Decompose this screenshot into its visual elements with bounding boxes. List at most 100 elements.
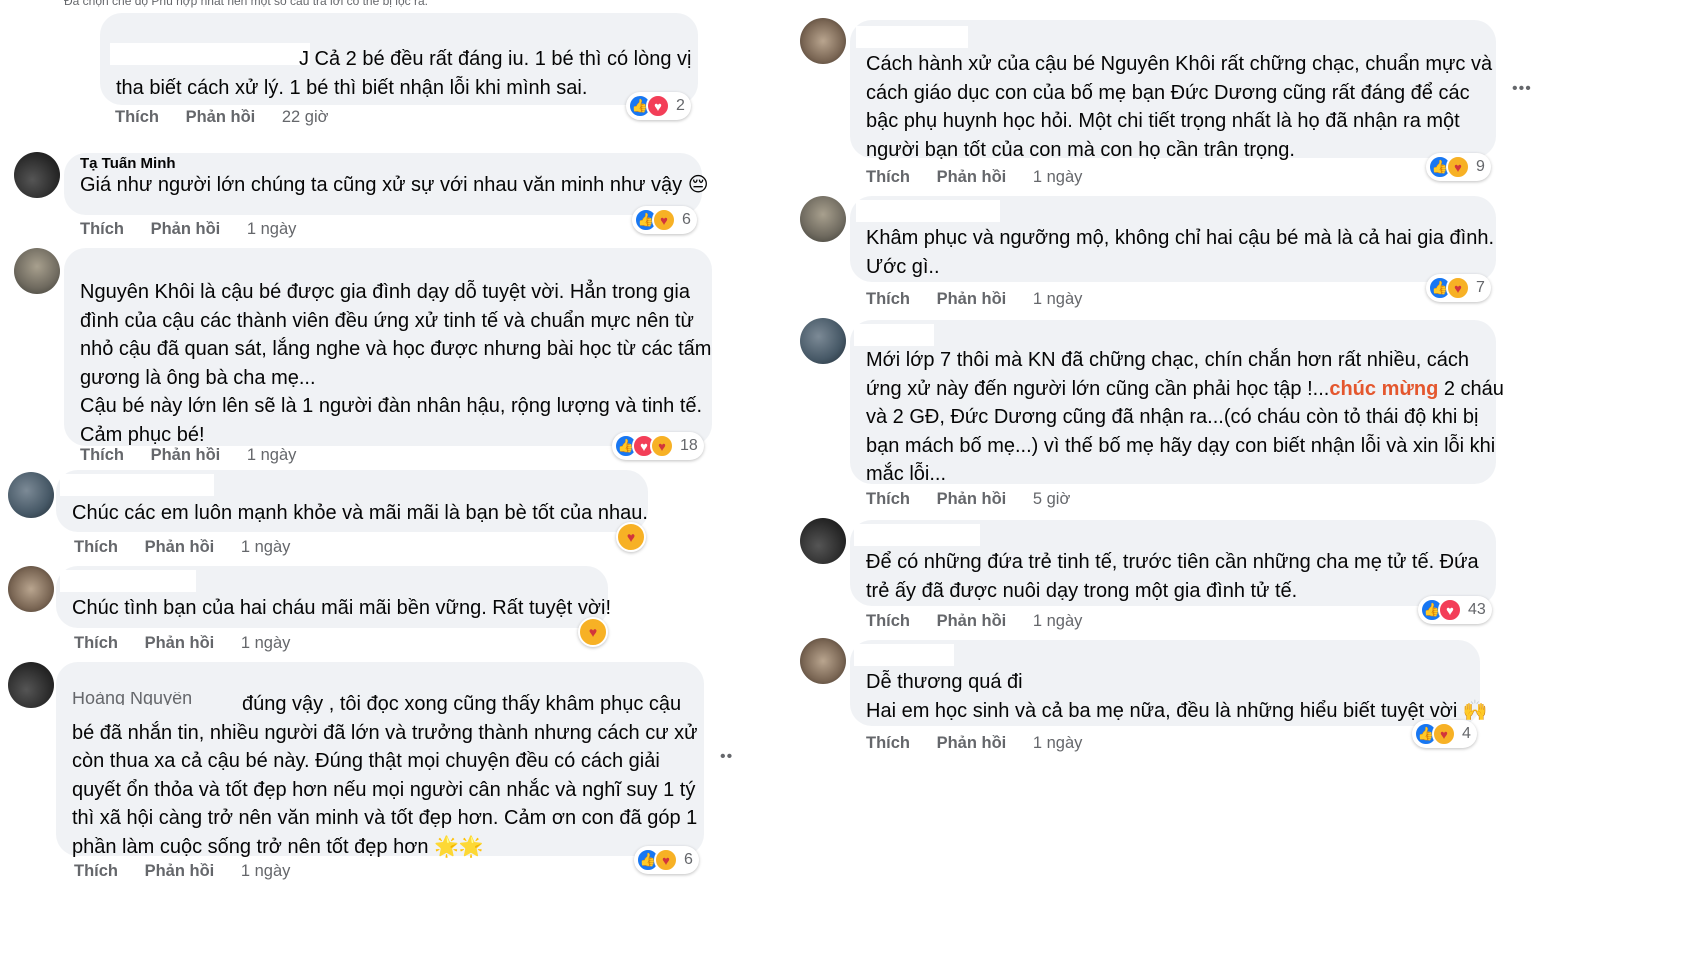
- reaction-summary[interactable]: 👍 ♥ 7: [1426, 274, 1491, 302]
- comment-bubble: Hoàng Nguyễn đúng vậy , tôi đọc xong cũn…: [56, 662, 704, 858]
- like-button[interactable]: Thích: [866, 490, 910, 508]
- reaction-summary[interactable]: 👍 ♥ 6: [634, 846, 699, 874]
- avatar[interactable]: [8, 472, 54, 518]
- care-icon: ♥: [1446, 155, 1470, 179]
- comment-author-hidden[interactable]: [854, 644, 954, 666]
- comment-text-line: Chúc tình bạn của hai cháu mãi mãi bền v…: [72, 597, 612, 619]
- reaction-count: 4: [1462, 725, 1471, 742]
- comment-time[interactable]: 1 ngày: [241, 862, 291, 880]
- care-reaction-icon[interactable]: ♥: [578, 617, 608, 647]
- comment-text-line: Hai em học sinh và cả ba mẹ nữa, đều là …: [866, 699, 1488, 722]
- avatar[interactable]: [8, 566, 54, 612]
- like-button[interactable]: Thích: [74, 538, 118, 556]
- reply-button[interactable]: Phản hồi: [186, 108, 256, 126]
- comment-author-hidden[interactable]: [856, 26, 968, 48]
- reply-button[interactable]: Phản hồi: [937, 734, 1007, 752]
- reaction-summary[interactable]: 👍 ♥ 2: [626, 92, 691, 120]
- reaction-summary[interactable]: 👍 ♥ 9: [1426, 153, 1491, 181]
- comment-text-line: Khâm phục và ngưỡng mộ, không chỉ hai cậ…: [866, 227, 1494, 249]
- reaction-count: 6: [682, 211, 691, 228]
- avatar[interactable]: [14, 152, 60, 198]
- comment-author-hidden[interactable]: [856, 200, 1000, 222]
- reply-button[interactable]: Phản hồi: [937, 612, 1007, 630]
- comment-text-line: Cách hành xử của cậu bé Nguyên Khôi rất …: [866, 53, 1493, 75]
- comment-time[interactable]: 1 ngày: [241, 634, 291, 652]
- comment-time[interactable]: 1 ngày: [1033, 290, 1083, 308]
- like-button[interactable]: Thích: [866, 168, 910, 186]
- reply-button[interactable]: Phản hồi: [937, 168, 1007, 186]
- comment-author-hidden[interactable]: [60, 570, 196, 592]
- comment-actions: Thích Phản hồi 5 giờ: [866, 490, 1070, 509]
- comment-text-part: ứng xử này đến người lớn cũng cần phải h…: [866, 377, 1330, 400]
- care-reaction-icon[interactable]: ♥: [616, 522, 646, 552]
- comment-text-line: thì xã hội càng trở nên văn minh và tốt …: [72, 807, 698, 829]
- reaction-summary[interactable]: 👍 ♥ 6: [632, 206, 697, 234]
- comment-text-line: Cảm phục bé!: [80, 423, 205, 446]
- reply-button[interactable]: Phản hồi: [145, 862, 215, 880]
- comment-time[interactable]: 1 ngày: [241, 538, 291, 556]
- comment-time[interactable]: 1 ngày: [1033, 734, 1083, 752]
- comment-text-line: Ước gì..: [866, 255, 940, 278]
- comment-bubble: J Cả 2 bé đều rất đáng iu. 1 bé thì có l…: [100, 13, 698, 105]
- comment-text-line: người bạn tốt của con mà con họ cần trân…: [866, 138, 1295, 161]
- comment-text-line: cách giáo dục con của bố mẹ bạn Đức Dươn…: [866, 81, 1470, 104]
- reply-button[interactable]: Phản hồi: [145, 634, 215, 652]
- love-icon: ♥: [1438, 598, 1462, 622]
- comment-author[interactable]: Tạ Tuấn Minh: [80, 157, 684, 171]
- reaction-summary[interactable]: 👍 ♥ ♥ 18: [612, 432, 704, 460]
- comment-text-line: bạn mách bố mẹ...) vì thế bố mẹ hãy dạy …: [866, 434, 1496, 457]
- more-options-button[interactable]: •••: [1512, 80, 1532, 98]
- comment-time[interactable]: 1 ngày: [1033, 168, 1083, 186]
- comment-time[interactable]: 22 giờ: [282, 108, 329, 126]
- comment-bubble: Để có những đứa trẻ tinh tế, trước tiên …: [850, 520, 1496, 606]
- comment-author-hidden[interactable]: [854, 524, 980, 546]
- reply-button[interactable]: Phản hồi: [937, 290, 1007, 308]
- comment-author[interactable]: Hoàng Nguyễn: [72, 692, 192, 705]
- comment-time[interactable]: 1 ngày: [1033, 612, 1083, 630]
- like-button[interactable]: Thích: [74, 634, 118, 652]
- like-button[interactable]: Thích: [866, 612, 910, 630]
- like-button[interactable]: Thích: [115, 108, 159, 126]
- reply-button[interactable]: Phản hồi: [151, 446, 221, 464]
- reaction-summary[interactable]: 👍 ♥ 4: [1412, 720, 1477, 748]
- comment-text-part: 2 cháu: [1438, 377, 1504, 400]
- reaction-summary[interactable]: 👍 ♥ 43: [1418, 596, 1492, 624]
- more-options-button[interactable]: ••: [720, 748, 733, 766]
- comment-author-hidden[interactable]: [60, 474, 214, 496]
- love-icon: ♥: [646, 94, 670, 118]
- like-button[interactable]: Thích: [80, 446, 124, 464]
- avatar[interactable]: [800, 518, 846, 564]
- care-icon: ♥: [1432, 722, 1456, 746]
- comment-time[interactable]: 1 ngày: [247, 220, 297, 238]
- reply-button[interactable]: Phản hồi: [151, 220, 221, 238]
- comment-text-line: ứng xử này đến người lớn cũng cần phải h…: [866, 375, 1504, 404]
- avatar[interactable]: [800, 318, 846, 364]
- avatar[interactable]: [800, 18, 846, 64]
- comment-time[interactable]: 1 ngày: [247, 446, 297, 464]
- comment-author-hidden[interactable]: [854, 324, 934, 346]
- comment-bubble: Dễ thương quá đi Hai em học sinh và cả b…: [850, 640, 1488, 726]
- comment-bubble: Mới lớp 7 thôi mà KN đã chững chạc, chín…: [850, 320, 1504, 485]
- reply-button[interactable]: Phản hồi: [937, 490, 1007, 508]
- comment-time[interactable]: 5 giờ: [1033, 490, 1070, 508]
- reaction-count: 7: [1476, 279, 1485, 296]
- comment-text-line: Cậu bé này lớn lên sẽ là 1 người đàn nhâ…: [80, 395, 703, 417]
- reaction-count: 9: [1476, 158, 1485, 175]
- reply-button[interactable]: Phản hồi: [145, 538, 215, 556]
- care-icon: ♥: [654, 848, 678, 872]
- comment-bubble: Khâm phục và ngưỡng mộ, không chỉ hai cậ…: [850, 196, 1496, 282]
- comment-text-line: mắc lỗi...: [866, 463, 947, 485]
- like-button[interactable]: Thích: [80, 220, 124, 238]
- comment-bubble: Chúc các em luôn mạnh khỏe và mãi mãi là…: [56, 470, 648, 532]
- tag-link[interactable]: chúc mừng: [1329, 378, 1438, 400]
- avatar[interactable]: [8, 662, 54, 708]
- avatar[interactable]: [800, 196, 846, 242]
- like-button[interactable]: Thích: [866, 734, 910, 752]
- like-button[interactable]: Thích: [866, 290, 910, 308]
- filter-notice: Đã chọn chế độ Phù hợp nhất nên một số c…: [64, 0, 428, 8]
- avatar[interactable]: [14, 248, 60, 294]
- comment-actions: Thích Phản hồi 1 ngày: [866, 290, 1082, 309]
- like-button[interactable]: Thích: [74, 862, 118, 880]
- avatar[interactable]: [800, 638, 846, 684]
- comment-actions: Thích Phản hồi 1 ngày: [74, 634, 290, 653]
